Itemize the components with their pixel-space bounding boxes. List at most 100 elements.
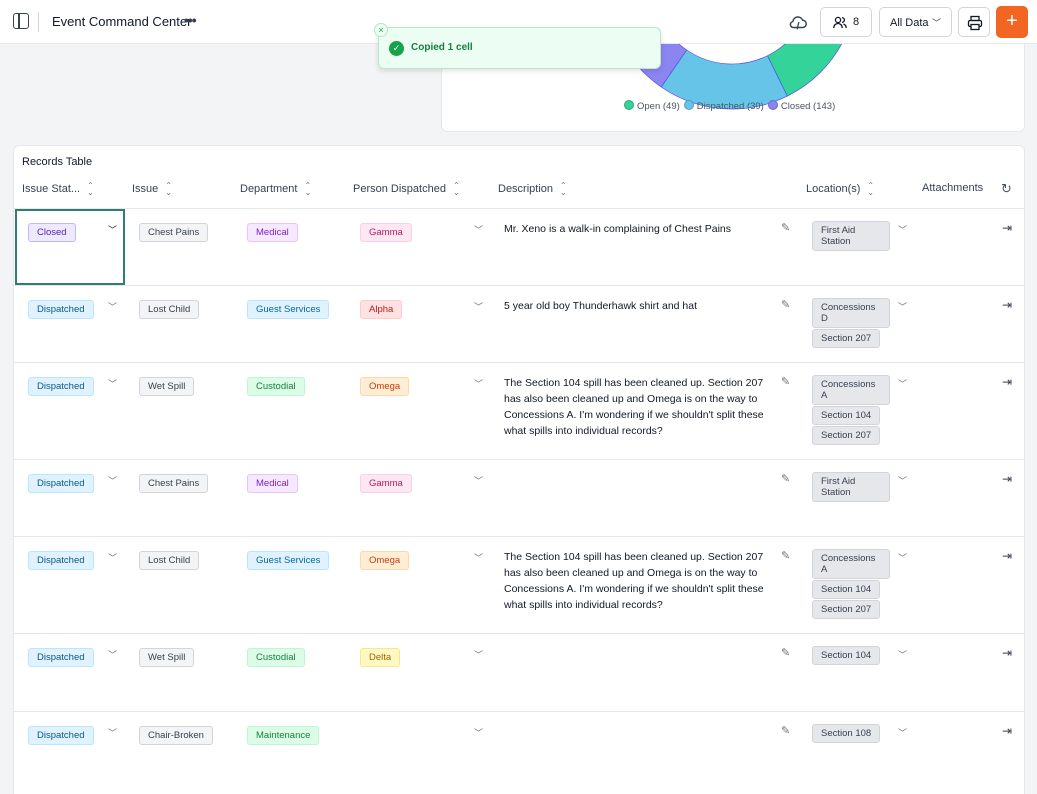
legend-item[interactable]: Dispatched (39) <box>683 100 764 112</box>
sort-icon[interactable]: ⌃ ⌄ <box>304 182 311 197</box>
status-chip: Closed <box>28 223 76 242</box>
issue-chip: Wet Spill <box>139 377 195 396</box>
chevron-down-icon[interactable]: ﹀ <box>108 648 117 661</box>
sort-icon[interactable]: ⌃ ⌄ <box>867 182 874 197</box>
person-chip: Gamma <box>360 474 412 493</box>
add-record-button[interactable]: + <box>996 6 1028 38</box>
location-chip: First Aid Station <box>812 221 890 251</box>
status-chip: Dispatched <box>28 648 94 667</box>
issue-chip: Chest Pains <box>139 223 209 242</box>
selected-cell[interactable] <box>15 209 125 285</box>
table-row: Closed ﹀ Chest Pains Medical Gamma ﹀ Mr. Xeno … <box>14 208 1024 285</box>
expand-record-icon[interactable]: ⇥ <box>1002 375 1012 389</box>
location-chip: Section 104 <box>812 646 881 665</box>
legend-item[interactable]: Open (49) <box>624 100 680 112</box>
chevron-down-icon[interactable]: ﹀ <box>474 648 483 661</box>
pencil-icon[interactable]: ✎ <box>781 298 790 311</box>
chevron-down-icon[interactable]: ﹀ <box>898 648 907 661</box>
legend-label: Dispatched (39) <box>696 101 764 112</box>
chevron-down-icon[interactable]: ﹀ <box>474 551 483 564</box>
header-label: Person Dispatched <box>353 182 446 195</box>
chevron-down-icon[interactable]: ﹀ <box>108 300 117 313</box>
legend-swatch <box>624 100 634 110</box>
status-chip: Dispatched <box>28 726 94 745</box>
chart-legend: Open (49) Dispatched (39) Closed (143) <box>624 100 839 112</box>
description-text[interactable]: The Section 104 spill has been cleaned u… <box>504 549 774 613</box>
description-text[interactable]: The Section 104 spill has been cleaned u… <box>504 375 774 439</box>
expand-record-icon[interactable]: ⇥ <box>1002 472 1012 486</box>
chevron-down-icon[interactable]: ﹀ <box>898 300 907 313</box>
chevron-down-icon[interactable]: ﹀ <box>474 300 483 313</box>
header-label: Description <box>498 182 554 195</box>
location-chip: Concessions A <box>812 549 890 579</box>
status-chip: Dispatched <box>28 474 94 493</box>
chevron-down-icon[interactable]: ﹀ <box>898 377 907 390</box>
pencil-icon[interactable]: ✎ <box>781 549 790 562</box>
department-chip: Custodial <box>247 377 305 396</box>
legend-item[interactable]: Closed (143) <box>767 100 835 112</box>
issue-chip: Chest Pains <box>139 474 209 493</box>
chevron-down-icon[interactable]: ﹀ <box>474 377 483 390</box>
chevron-down-icon[interactable]: ﹀ <box>898 551 907 564</box>
chevron-down-icon[interactable]: ﹀ <box>898 474 907 487</box>
table-row: Dispatched ﹀ Chair-Broken Maintenance ﹀ ✎ Sect… <box>14 711 1024 789</box>
reset-icon[interactable]: ↻ <box>1001 181 1012 197</box>
issue-chip: Chair-Broken <box>139 726 213 745</box>
records-table-card: Records Table Issue Stat... ⌃ ⌄ Issue ⌃ ⌄ De… <box>13 145 1025 794</box>
close-icon[interactable]: × <box>374 23 388 37</box>
table-row: Dispatched ﹀ Wet Spill Custodial Delta ﹀ ✎ Sect… <box>14 633 1024 711</box>
header-department[interactable]: Department ⌃ ⌄ <box>240 182 311 197</box>
legend-swatch <box>767 100 778 110</box>
table-row: Dispatched ﹀ Wet Spill Custodial Omega ﹀ The S… <box>14 362 1024 459</box>
location-chip: Concessions D <box>812 298 890 328</box>
pencil-icon[interactable]: ✎ <box>781 472 790 485</box>
table-title: Records Table <box>22 156 93 168</box>
chevron-down-icon[interactable]: ﹀ <box>474 223 483 236</box>
header-issue-status[interactable]: Issue Stat... ⌃ ⌄ <box>22 182 94 197</box>
person-chip: Omega <box>360 551 410 570</box>
chevron-down-icon[interactable]: ﹀ <box>108 474 117 487</box>
more-icon[interactable]: ••• <box>184 12 197 28</box>
chevron-down-icon[interactable]: ﹀ <box>108 377 117 390</box>
chevron-down-icon[interactable]: ﹀ <box>108 726 117 739</box>
header-person-dispatched[interactable]: Person Dispatched ⌃ ⌄ <box>353 182 460 197</box>
pencil-icon[interactable]: ✎ <box>781 724 790 737</box>
sort-icon[interactable]: ⌃ ⌄ <box>165 182 172 197</box>
chevron-down-icon[interactable]: ﹀ <box>474 726 483 739</box>
description-text[interactable]: 5 year old boy Thunderhawk shirt and hat <box>504 298 774 314</box>
issue-chip: Wet Spill <box>139 648 195 667</box>
chevron-down-icon[interactable]: ﹀ <box>108 223 117 236</box>
data-filter-select[interactable]: All Data ﹀ <box>879 7 952 37</box>
table-row: Dispatched ﹀ Lost Child Guest Services Alpha… <box>14 285 1024 362</box>
description-text[interactable]: Mr. Xeno is a walk-in complaining of Che… <box>504 221 774 237</box>
cloud-sync-icon[interactable] <box>787 11 809 33</box>
sort-icon[interactable]: ⌃ ⌄ <box>560 182 567 197</box>
expand-record-icon[interactable]: ⇥ <box>1002 221 1012 235</box>
header-issue[interactable]: Issue ⌃ ⌄ <box>132 182 172 197</box>
expand-record-icon[interactable]: ⇥ <box>1002 298 1012 312</box>
department-chip: Medical <box>247 474 298 493</box>
expand-record-icon[interactable]: ⇥ <box>1002 549 1012 563</box>
divider <box>38 12 39 32</box>
chevron-down-icon[interactable]: ﹀ <box>108 551 117 564</box>
department-chip: Medical <box>247 223 298 242</box>
chevron-down-icon[interactable]: ﹀ <box>898 726 907 739</box>
department-chip: Guest Services <box>247 551 330 570</box>
expand-record-icon[interactable]: ⇥ <box>1002 646 1012 660</box>
expand-record-icon[interactable]: ⇥ <box>1002 724 1012 738</box>
pencil-icon[interactable]: ✎ <box>781 375 790 388</box>
user-count: 8 <box>853 16 860 28</box>
chevron-down-icon[interactable]: ﹀ <box>474 474 483 487</box>
pencil-icon[interactable]: ✎ <box>781 221 790 234</box>
sort-icon[interactable]: ⌃ ⌄ <box>87 182 94 197</box>
location-chip: Section 104 <box>812 580 881 599</box>
users-button[interactable]: 8 <box>820 7 872 37</box>
sidebar-toggle-icon[interactable] <box>13 13 29 29</box>
pencil-icon[interactable]: ✎ <box>781 646 790 659</box>
print-button[interactable] <box>958 7 990 37</box>
sort-icon[interactable]: ⌃ ⌄ <box>453 182 460 197</box>
header-locations[interactable]: Location(s) ⌃ ⌄ <box>806 182 874 197</box>
chevron-down-icon[interactable]: ﹀ <box>898 223 907 236</box>
header-description[interactable]: Description ⌃ ⌄ <box>498 182 567 197</box>
person-chip: Gamma <box>360 223 412 242</box>
